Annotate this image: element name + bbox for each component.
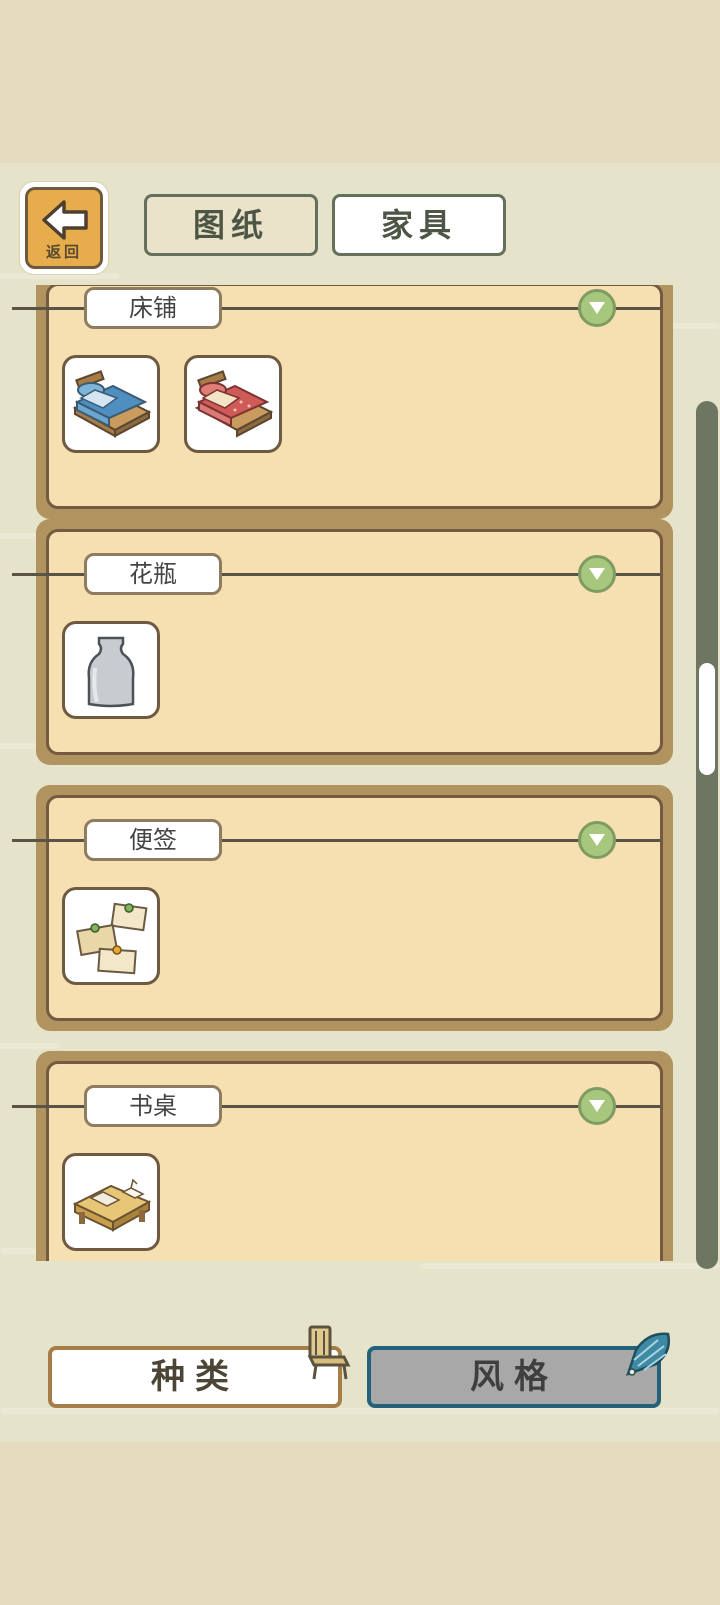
scrollbar-track[interactable] bbox=[696, 401, 718, 1269]
item-red-bed[interactable] bbox=[184, 355, 282, 453]
collapse-toggle-icon[interactable] bbox=[578, 821, 616, 859]
red-bed-icon bbox=[194, 370, 274, 438]
back-arrow-icon bbox=[42, 200, 88, 240]
back-button-face: 返回 bbox=[25, 187, 103, 269]
status-area bbox=[0, 0, 720, 163]
blue-bed-icon bbox=[72, 370, 152, 438]
collapse-toggle-icon[interactable] bbox=[578, 289, 616, 327]
section-label-notes: 便签 bbox=[84, 819, 222, 861]
tab-furniture[interactable]: 家具 bbox=[332, 194, 506, 256]
category-button[interactable]: 种类 bbox=[48, 1346, 342, 1408]
furniture-list[interactable]: 床铺 花瓶 便签 书桌 bbox=[0, 285, 720, 1261]
seashell-icon bbox=[626, 1332, 670, 1377]
section-label-vases: 花瓶 bbox=[84, 553, 222, 595]
bottom-area bbox=[0, 1442, 720, 1605]
background-streak bbox=[0, 1408, 720, 1414]
item-vase[interactable] bbox=[62, 621, 160, 719]
section-label-desk: 书桌 bbox=[84, 1085, 222, 1127]
style-button[interactable]: 风格 bbox=[367, 1346, 661, 1408]
item-desk[interactable] bbox=[62, 1153, 160, 1251]
collapse-toggle-icon[interactable] bbox=[578, 555, 616, 593]
collapse-toggle-icon[interactable] bbox=[578, 1087, 616, 1125]
item-blue-bed[interactable] bbox=[62, 355, 160, 453]
tab-blueprint[interactable]: 图纸 bbox=[144, 194, 318, 256]
background-streak bbox=[420, 1263, 720, 1269]
vase-icon bbox=[87, 636, 135, 708]
back-label: 返回 bbox=[45, 243, 82, 261]
sticky-notes-icon bbox=[76, 902, 148, 975]
item-sticky-notes[interactable] bbox=[62, 887, 160, 985]
scrollbar-thumb[interactable] bbox=[699, 663, 715, 775]
desk-icon bbox=[72, 1178, 152, 1232]
section-label-beds: 床铺 bbox=[84, 287, 222, 329]
chair-icon bbox=[307, 1325, 351, 1380]
back-button[interactable]: 返回 bbox=[20, 182, 108, 274]
